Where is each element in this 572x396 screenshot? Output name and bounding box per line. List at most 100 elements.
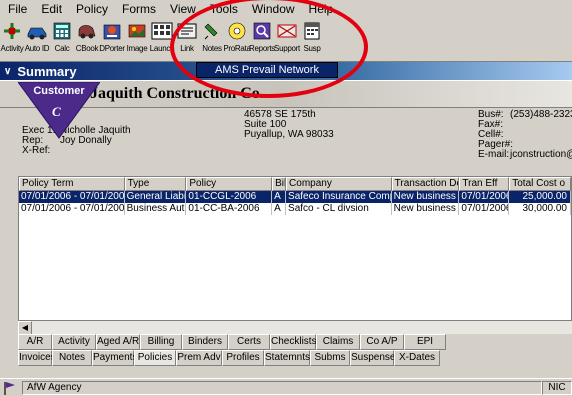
cell-transaction: New business	[392, 203, 460, 215]
cell-total-cost: 25,000.00	[509, 191, 571, 203]
prorata-button[interactable]: ProRata	[223, 18, 251, 60]
cell-tran-eff: 07/01/2006	[461, 191, 510, 203]
support-label: Support	[274, 44, 300, 53]
xref-label: X-Ref:	[22, 145, 51, 156]
tab-notes[interactable]: Notes	[52, 350, 92, 366]
susp-label: Susp	[303, 44, 321, 53]
cell-bil: A	[272, 191, 287, 203]
cell-policy: 01-CC-BA-2006	[186, 203, 273, 215]
auto-id-button[interactable]: Auto ID	[24, 18, 50, 60]
auto-id-label: Auto ID	[24, 44, 50, 53]
tab-payments[interactable]: Payments	[92, 350, 137, 366]
reports-button[interactable]: Reports	[249, 18, 275, 60]
address-block: 46578 SE 175th Suite 100 Puyallup, WA 98…	[244, 110, 334, 140]
horizontal-scrollbar[interactable]: ◀	[18, 320, 572, 335]
column-header-bil[interactable]: Bil	[272, 177, 287, 191]
cbook-label: CBook	[75, 44, 99, 53]
link-icon	[176, 20, 198, 42]
cbook-button[interactable]: CBook	[75, 18, 99, 60]
chevron-down-icon[interactable]: ∨	[4, 66, 11, 77]
tab-claims[interactable]: Claims	[316, 334, 360, 350]
badge-label: Customer	[33, 85, 85, 97]
status-bar: AfW Agency NIC	[0, 378, 572, 396]
address-line-3: Puyallup, WA 98033	[244, 129, 334, 140]
cell-company: Safco - CL divsion	[286, 203, 392, 215]
notes-label: Notes	[202, 44, 222, 53]
menu-edit[interactable]: Edit	[35, 0, 70, 18]
activity-icon	[1, 20, 23, 42]
tab-x-dates[interactable]: X-Dates	[394, 350, 440, 366]
cell-total-cost: 30,000.00	[509, 203, 571, 215]
summary-title: Summary	[17, 63, 77, 79]
menu-forms[interactable]: Forms	[116, 0, 164, 18]
menu-window[interactable]: Window	[246, 0, 303, 18]
reports-label: Reports	[249, 44, 275, 53]
menu-help[interactable]: Help	[303, 0, 342, 18]
agency-flag-icon	[2, 380, 18, 396]
link-button[interactable]: Link	[175, 18, 199, 60]
tab-epi[interactable]: EPI	[404, 334, 446, 350]
scroll-left-icon[interactable]: ◀	[18, 321, 32, 335]
tab-billing[interactable]: Billing	[140, 334, 182, 350]
table-row[interactable]: 07/01/2006 - 07/01/2007 Business Aut 01-…	[19, 203, 571, 215]
email-label: E-mail:	[478, 149, 510, 160]
column-header-total-cost[interactable]: Total Cost o	[509, 177, 571, 191]
image-button[interactable]: Image	[125, 18, 149, 60]
cell-company: Safeco Insurance Compa	[288, 191, 392, 203]
email-value[interactable]: jconstruction@ms	[510, 150, 572, 160]
dporter-button[interactable]: DPorter	[99, 18, 125, 60]
calc-button[interactable]: Calc	[50, 18, 74, 60]
tab-subms[interactable]: Subms	[310, 350, 350, 366]
notes-icon	[201, 20, 223, 42]
grid-header: Policy Term Type Policy Bil Company Tran…	[19, 177, 571, 191]
tab-profiles[interactable]: Profiles	[222, 350, 264, 366]
tab-invoices[interactable]: Invoices	[18, 350, 56, 366]
susp-button[interactable]: Susp	[300, 18, 324, 60]
launch-label: Launch	[149, 44, 175, 53]
cell-type: General Liabil	[126, 191, 187, 203]
tab-statements[interactable]: Statemnts	[264, 350, 310, 366]
activity-button[interactable]: Activity	[0, 18, 24, 60]
menu-tools[interactable]: Tools	[204, 0, 246, 18]
cbook-icon	[76, 20, 98, 42]
bus-value: (253)488-2323	[510, 109, 572, 120]
tab-ar[interactable]: A/R	[18, 334, 52, 350]
tab-suspense[interactable]: Suspense	[350, 350, 395, 366]
column-header-company[interactable]: Company	[286, 177, 392, 191]
tab-policies[interactable]: Policies	[134, 350, 176, 366]
reports-icon	[251, 20, 273, 42]
notes-button[interactable]: Notes	[200, 18, 224, 60]
column-header-policy[interactable]: Policy	[186, 177, 273, 191]
cell-policy-term: 07/01/2006 - 07/01/2007	[21, 191, 125, 203]
cell-policy: 01-CCGL-2006	[186, 191, 273, 203]
ams-prevail-network-menu-item[interactable]: AMS Prevail Network	[196, 62, 338, 78]
cell-bil: A	[272, 203, 287, 215]
tab-prem-adv[interactable]: Prem Adv	[176, 350, 222, 366]
menu-view[interactable]: View	[164, 0, 204, 18]
column-header-policy-term[interactable]: Policy Term	[19, 177, 125, 191]
calc-label: Calc	[54, 44, 70, 53]
customer-name: Jaquith Construction Co.	[90, 85, 264, 102]
calculator-icon	[51, 20, 73, 42]
table-row[interactable]: 07/01/2006 - 07/01/2007 General Liabil 0…	[19, 191, 571, 203]
cell-type: Business Aut	[126, 203, 187, 215]
customer-badge: Customer C	[18, 82, 100, 140]
tab-checklists[interactable]: Checklists	[270, 334, 317, 350]
tab-certs[interactable]: Certs	[228, 334, 270, 350]
column-header-type[interactable]: Type	[124, 177, 187, 191]
tab-co-ap[interactable]: Co A/P	[360, 334, 404, 350]
menu-file[interactable]: File	[2, 0, 35, 18]
link-label: Link	[180, 44, 194, 53]
column-header-transaction[interactable]: Transaction De	[391, 177, 460, 191]
support-button[interactable]: Support	[274, 18, 300, 60]
tab-aged-ar[interactable]: Aged A/R	[96, 334, 140, 350]
cell-tran-eff: 07/01/2006	[461, 203, 510, 215]
image-icon	[126, 20, 148, 42]
tab-binders[interactable]: Binders	[182, 334, 228, 350]
menu-policy[interactable]: Policy	[70, 0, 116, 18]
support-icon	[276, 20, 298, 42]
launch-button[interactable]: Launch	[149, 18, 175, 60]
activity-label: Activity	[0, 44, 24, 53]
column-header-tran-eff[interactable]: Tran Eff	[459, 177, 510, 191]
tab-activity[interactable]: Activity	[52, 334, 96, 350]
